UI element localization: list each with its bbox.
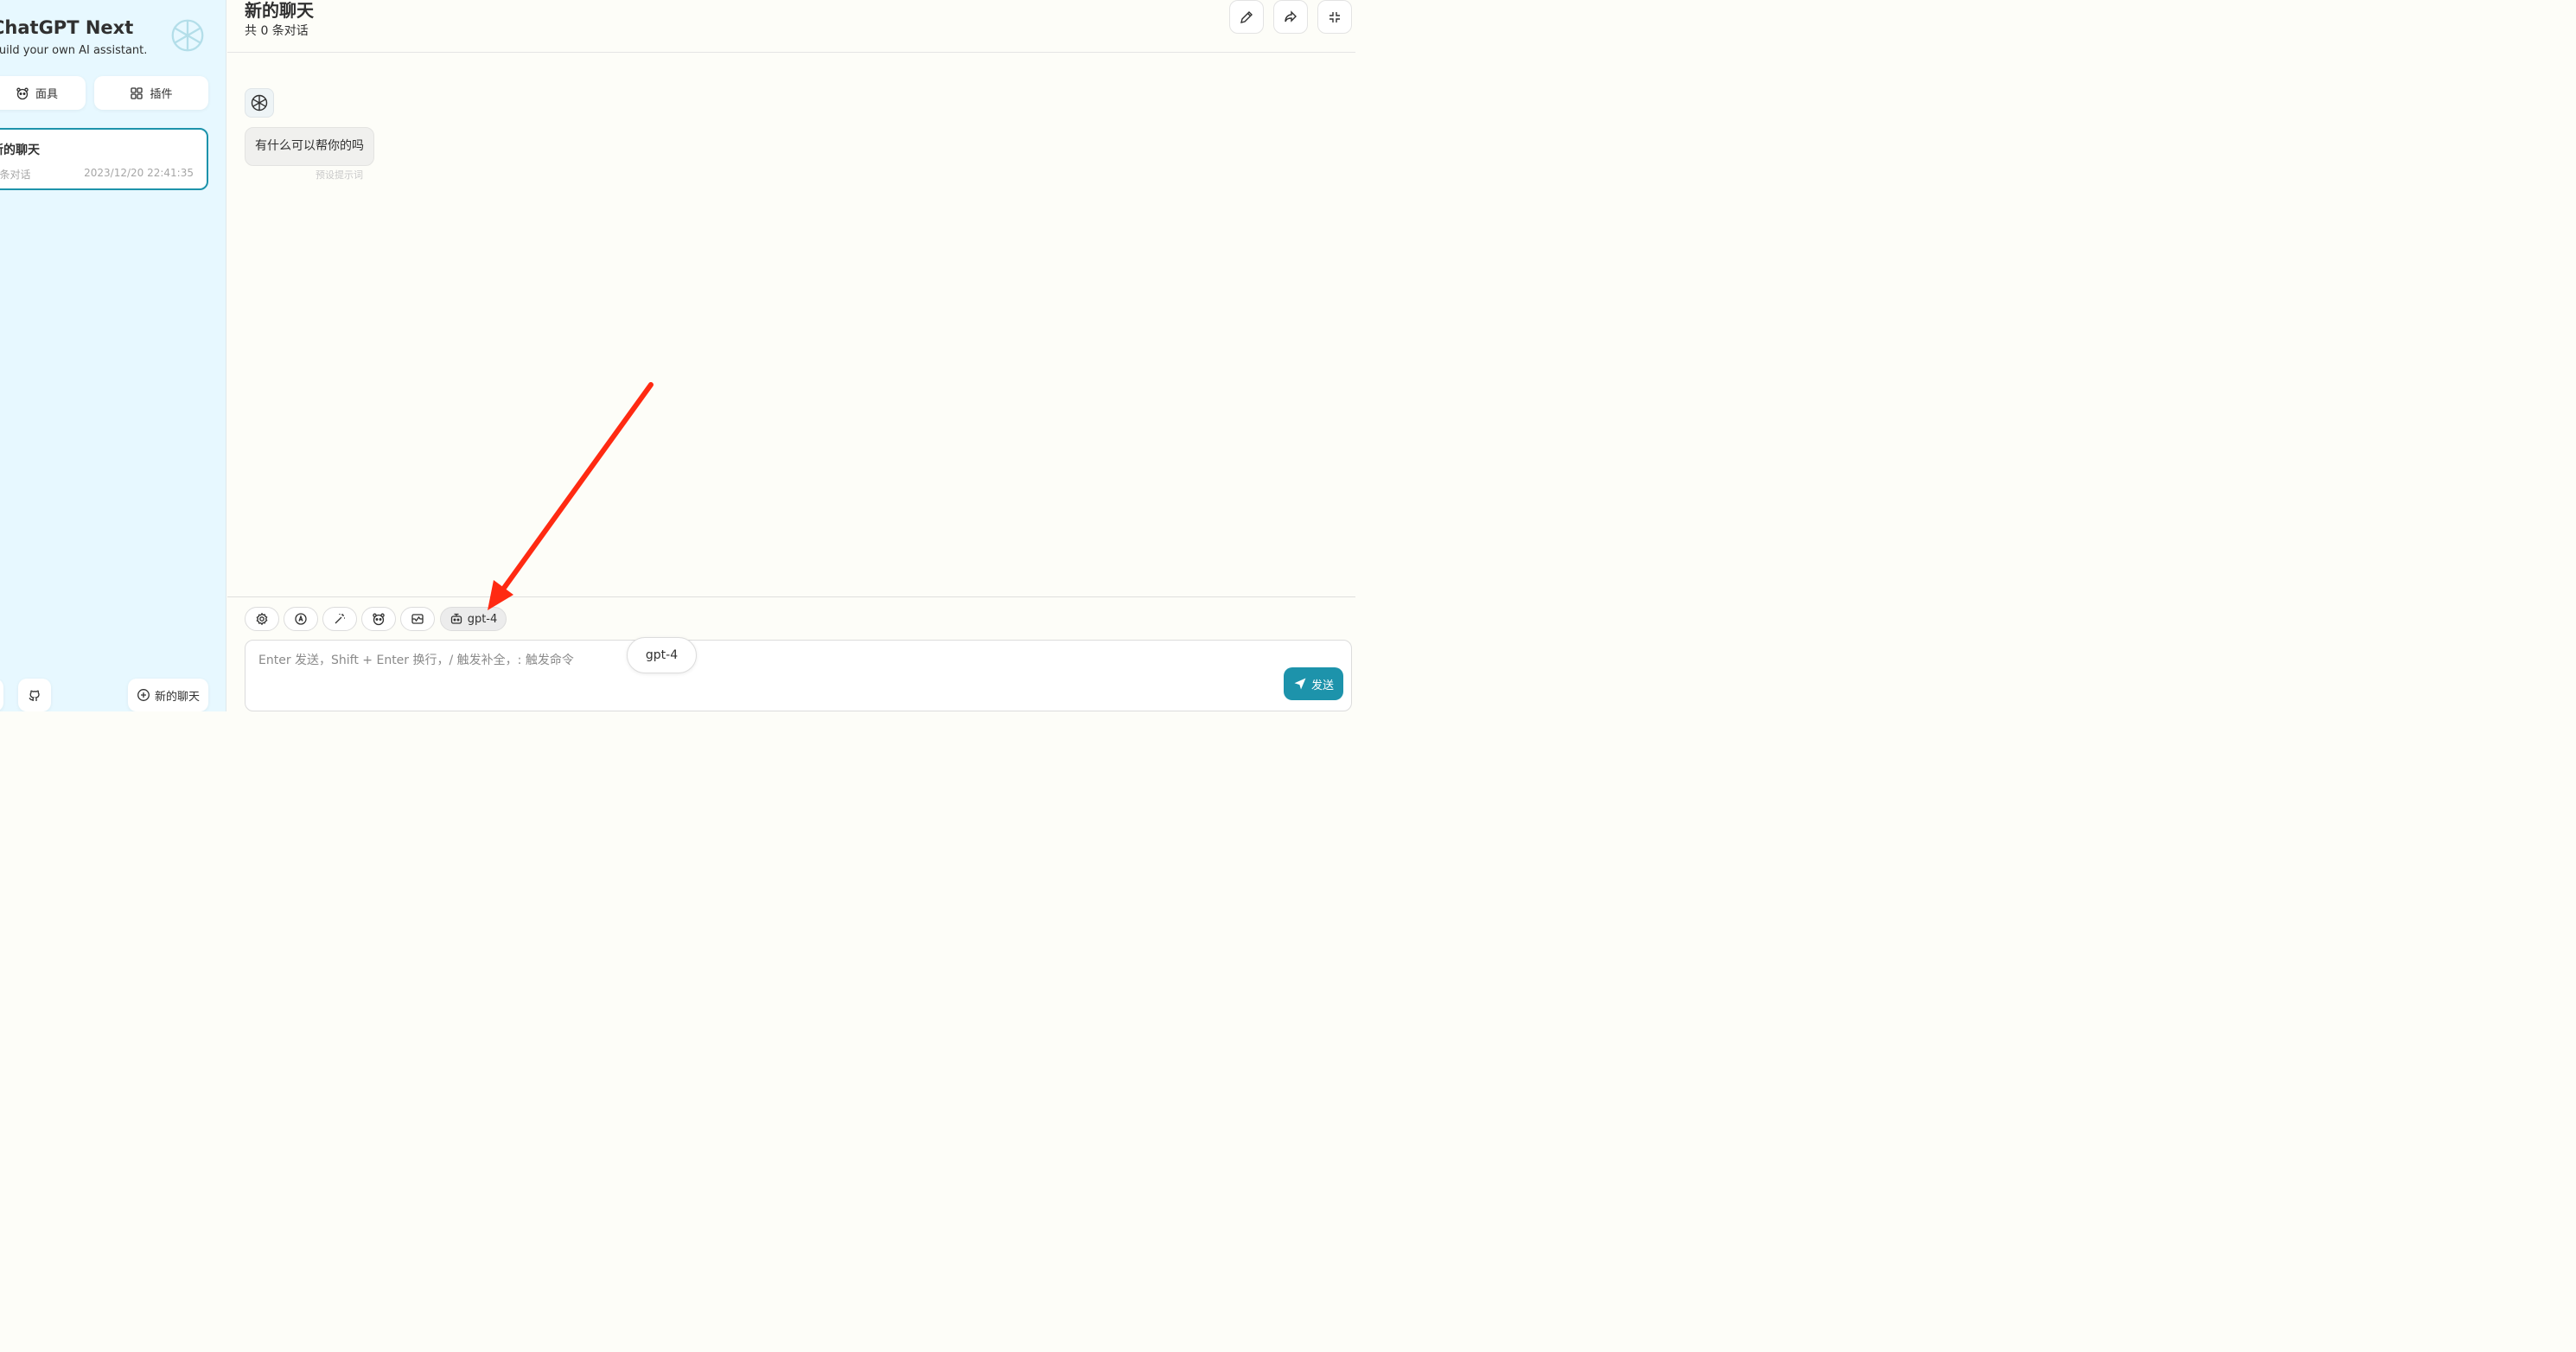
message-input-box: [245, 640, 1352, 711]
mask-button[interactable]: 面具: [0, 76, 86, 110]
collapse-icon: [1329, 11, 1340, 22]
send-button[interactable]: 发送: [1284, 667, 1343, 700]
robot-icon: [450, 613, 462, 624]
magic-wand-icon: [335, 614, 345, 624]
new-chat-button[interactable]: 新的聊天: [128, 679, 208, 711]
brand-title: ChatGPT Next: [0, 17, 134, 38]
share-icon: [1285, 10, 1297, 22]
message-count: 共 0 条对话: [245, 24, 309, 38]
bot-avatar: [245, 88, 274, 118]
message-input[interactable]: [245, 641, 1351, 711]
pencil-icon: [1240, 10, 1253, 23]
auto-theme-icon: [295, 613, 307, 625]
openai-logo-icon: [251, 94, 268, 112]
mask-icon: [373, 613, 385, 626]
theme-toggle-button[interactable]: [284, 607, 318, 631]
preset-prompt-note: 预设提示词: [316, 169, 363, 181]
send-button-label: 发送: [1310, 679, 1334, 692]
chat-item-count: 0 条对话: [0, 169, 31, 181]
clear-context-button[interactable]: [400, 607, 435, 631]
fullscreen-toggle-button[interactable]: [1317, 0, 1352, 34]
prompt-hints-button[interactable]: [322, 607, 357, 631]
github-icon: [29, 690, 40, 701]
share-button[interactable]: [1273, 0, 1308, 34]
plugin-button[interactable]: 插件: [94, 76, 208, 110]
masks-button[interactable]: [361, 607, 396, 631]
chat-settings-button[interactable]: [245, 607, 279, 631]
chat-item-date: 2023/12/20 22:41:35: [84, 167, 194, 179]
brand-subtitle: Build your own AI assistant.: [0, 44, 148, 57]
mask-icon: [16, 87, 29, 99]
chat-header: 新的聊天 共 0 条对话: [227, 0, 1355, 53]
chat-item-title: 新的聊天: [0, 143, 40, 157]
break-icon: [411, 614, 424, 624]
gear-icon: [256, 612, 268, 626]
settings-button[interactable]: [0, 679, 3, 711]
github-button[interactable]: [18, 679, 51, 711]
mask-button-label: 面具: [35, 88, 58, 101]
model-select-label: gpt-4: [467, 612, 498, 626]
model-tooltip: gpt-4: [627, 637, 697, 673]
model-select-button[interactable]: gpt-4: [440, 607, 507, 631]
plugin-button-label: 插件: [150, 88, 173, 101]
new-chat-label: 新的聊天: [154, 690, 200, 704]
chat-list-item[interactable]: 新的聊天 0 条对话 2023/12/20 22:41:35: [0, 128, 208, 190]
grid-icon: [131, 86, 143, 99]
add-circle-icon: [137, 689, 150, 701]
sidebar: ChatGPT Next Build your own AI assistant…: [0, 0, 226, 711]
bot-message: 有什么可以帮你的吗: [245, 127, 374, 166]
openai-logo-icon: [171, 19, 204, 52]
edit-button[interactable]: [1229, 0, 1264, 34]
send-icon: [1294, 678, 1306, 690]
page-title[interactable]: 新的聊天: [245, 0, 314, 22]
